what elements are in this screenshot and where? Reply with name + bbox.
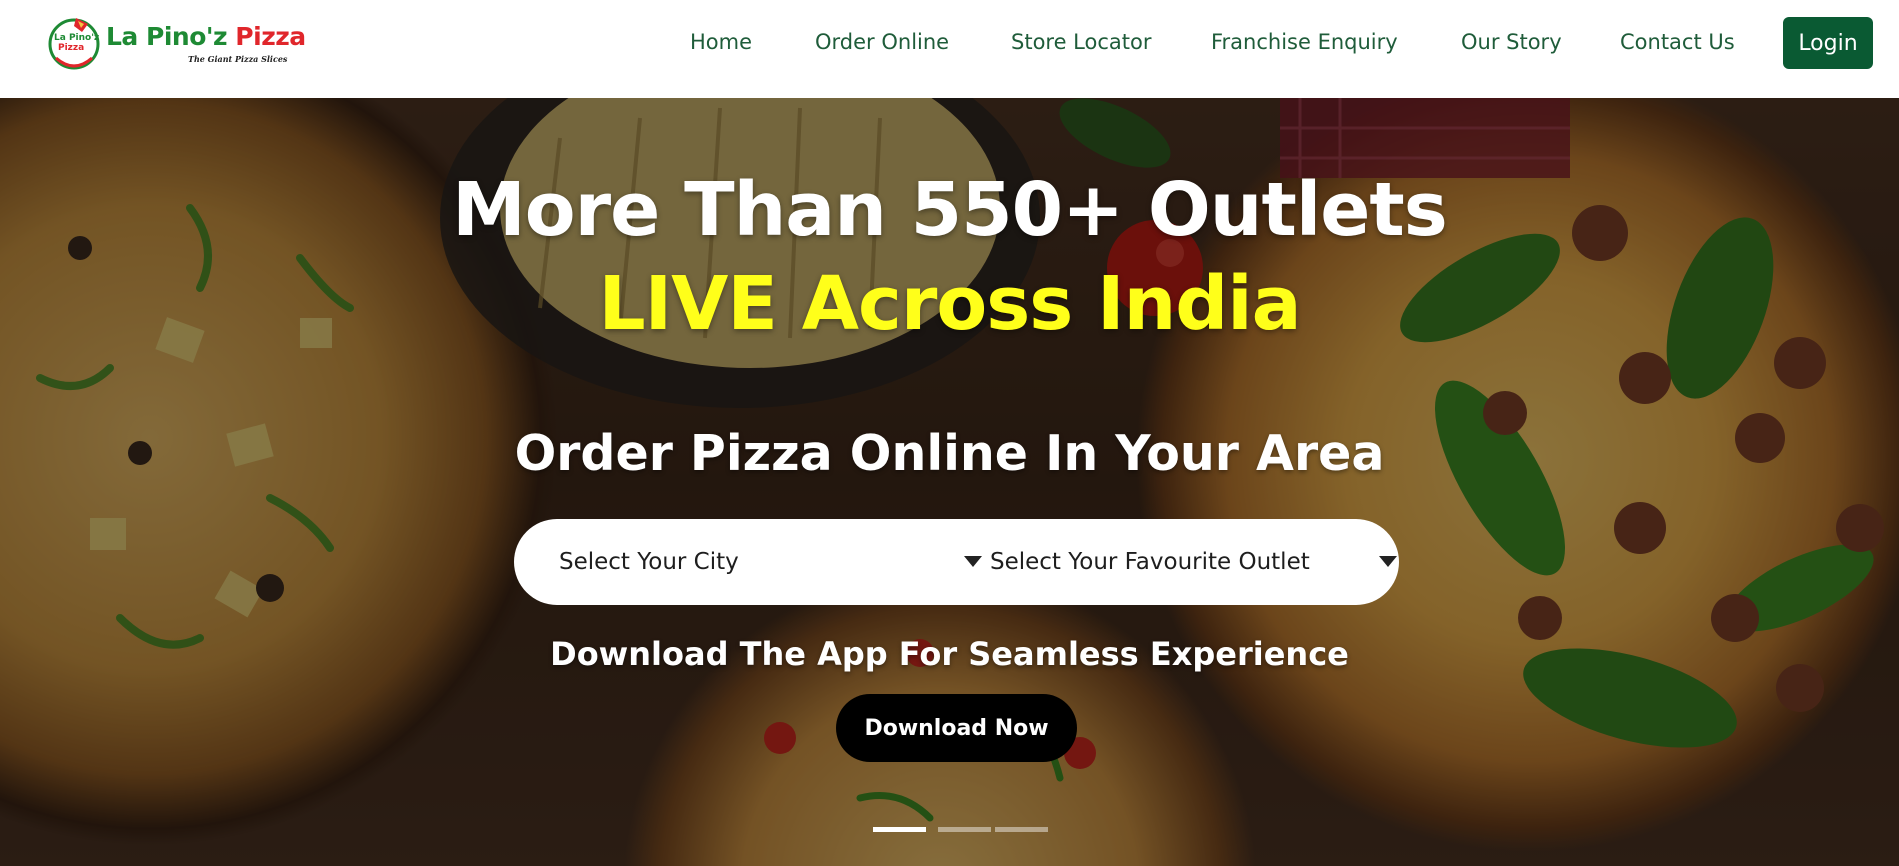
download-now-button[interactable]: Download Now <box>836 694 1077 762</box>
nav-link-store-locator[interactable]: Store Locator <box>1011 29 1152 56</box>
nav-link-home[interactable]: Home <box>690 29 752 56</box>
site-header: La Pino'z Pizza La Pino'z Pizza The Gian… <box>0 0 1899 98</box>
hero-headline-highlight: LIVE Across India <box>598 261 1301 347</box>
hero-subheading: Order Pizza Online In Your Area <box>514 425 1385 482</box>
nav-link-our-story[interactable]: Our Story <box>1461 29 1562 56</box>
carousel-indicators <box>873 827 1048 833</box>
nav-link-contact-us[interactable]: Contact Us <box>1620 29 1735 56</box>
app-promo-text: Download The App For Seamless Experience <box>550 635 1349 673</box>
location-search-bar: Select Your City Select Your Favourite O… <box>514 519 1399 605</box>
hero-content: More Than 550+ Outlets LIVE Across India… <box>0 98 1899 866</box>
carousel-dot-2[interactable] <box>938 827 991 832</box>
hero-banner: More Than 550+ Outlets LIVE Across India… <box>0 98 1899 866</box>
main-nav: Home Order Online Store Locator Franchis… <box>0 0 1899 86</box>
carousel-dot-1[interactable] <box>873 827 926 832</box>
outlet-select-label: Select Your Favourite Outlet <box>990 549 1310 575</box>
city-select-label: Select Your City <box>559 549 739 575</box>
nav-link-franchise-enquiry[interactable]: Franchise Enquiry <box>1211 29 1398 56</box>
nav-link-order-online[interactable]: Order Online <box>815 29 949 56</box>
login-button[interactable]: Login <box>1783 17 1873 69</box>
carousel-dot-3[interactable] <box>995 827 1048 832</box>
hero-headline: More Than 550+ Outlets <box>452 167 1448 253</box>
chevron-down-icon <box>964 556 982 567</box>
outlet-select[interactable]: Select Your Favourite Outlet <box>990 519 1397 605</box>
city-select[interactable]: Select Your City <box>559 519 982 605</box>
chevron-down-icon <box>1379 556 1397 567</box>
